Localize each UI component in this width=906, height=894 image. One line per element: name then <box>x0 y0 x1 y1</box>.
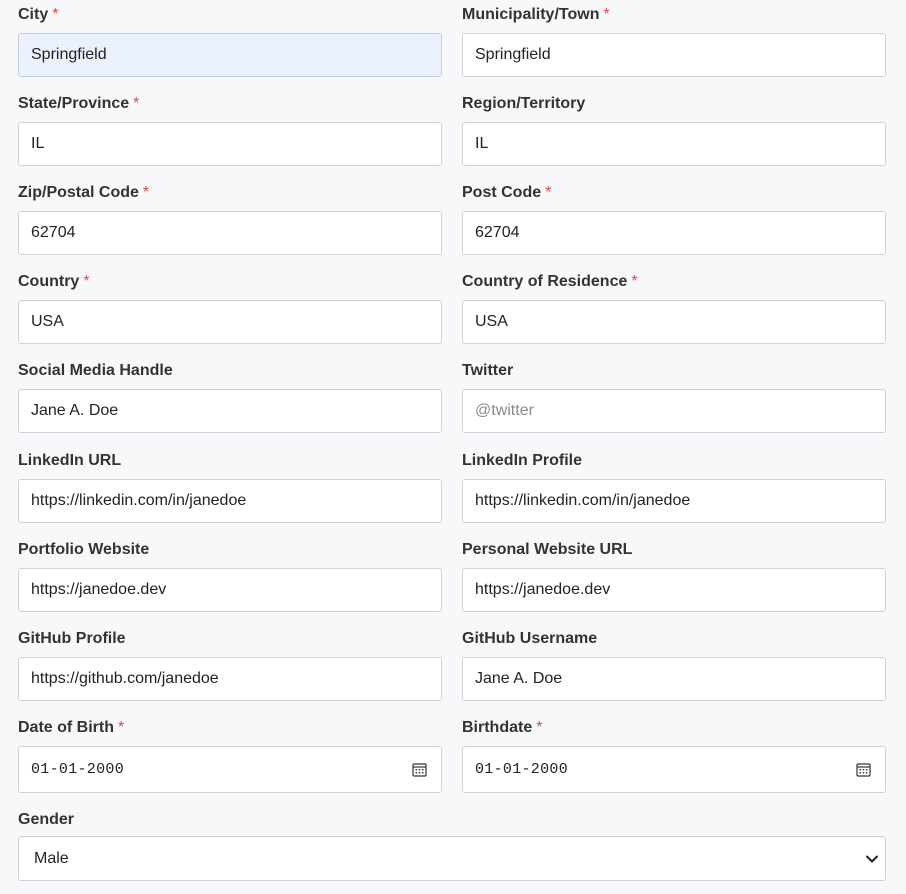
municipality-field-group: Municipality/Town * <box>462 5 886 77</box>
portfolio-input[interactable] <box>18 568 442 612</box>
personal-site-field-group: Personal Website URL <box>462 540 886 612</box>
dob-label: Date of Birth * <box>18 719 125 736</box>
dob-date-input[interactable]: 01-01-2000 <box>18 746 442 793</box>
linkedin-profile-field-group: LinkedIn Profile <box>462 451 886 523</box>
birthdate-label: Birthdate * <box>462 719 543 736</box>
social-handle-field-group: Social Media Handle <box>18 361 442 433</box>
zip-label: Zip/Postal Code * <box>18 184 150 201</box>
country-residence-label: Country of Residence * <box>462 273 638 290</box>
calendar-icon[interactable] <box>412 762 427 777</box>
linkedin-profile-label: LinkedIn Profile <box>462 452 583 469</box>
gender-field-group: Gender Male <box>18 810 886 881</box>
state-field-group: State/Province * <box>18 94 442 166</box>
linkedin-url-input[interactable] <box>18 479 442 523</box>
required-marker: * <box>603 6 610 23</box>
portfolio-label: Portfolio Website <box>18 541 150 558</box>
gender-select[interactable]: Male <box>18 836 886 881</box>
chevron-down-icon[interactable] <box>865 852 879 866</box>
required-marker: * <box>536 719 543 736</box>
city-label: City * <box>18 6 59 23</box>
social-handle-input[interactable] <box>18 389 442 433</box>
zip-field-group: Zip/Postal Code * <box>18 183 442 255</box>
linkedin-url-field-group: LinkedIn URL <box>18 451 442 523</box>
twitter-input[interactable] <box>462 389 886 433</box>
required-marker: * <box>83 273 90 290</box>
required-marker: * <box>142 184 150 201</box>
required-marker: * <box>118 719 125 736</box>
region-field-group: Region/Territory <box>462 94 886 166</box>
github-username-field-group: GitHub Username <box>462 629 886 701</box>
city-field-group: City * <box>18 5 442 77</box>
birthdate-date-input[interactable]: 01-01-2000 <box>462 746 886 793</box>
twitter-field-group: Twitter <box>462 361 886 433</box>
country-residence-field-group: Country of Residence * <box>462 272 886 344</box>
birthdate-value: 01-01-2000 <box>475 761 569 778</box>
github-profile-field-group: GitHub Profile <box>18 629 442 701</box>
dob-value: 01-01-2000 <box>31 761 125 778</box>
gender-selected-value: Male <box>34 850 69 867</box>
github-username-label: GitHub Username <box>462 630 598 647</box>
city-input[interactable] <box>18 33 442 77</box>
social-handle-label: Social Media Handle <box>18 362 173 379</box>
birthdate-field-group: Birthdate * 01-01-2000 <box>462 718 886 793</box>
required-marker: * <box>52 6 59 23</box>
github-profile-label: GitHub Profile <box>18 630 126 647</box>
country-residence-input[interactable] <box>462 300 886 344</box>
twitter-label: Twitter <box>462 362 514 379</box>
linkedin-profile-input[interactable] <box>462 479 886 523</box>
linkedin-url-label: LinkedIn URL <box>18 452 122 469</box>
zip-input[interactable] <box>18 211 442 255</box>
municipality-input[interactable] <box>462 33 886 77</box>
personal-site-label: Personal Website URL <box>462 541 633 558</box>
region-label: Region/Territory <box>462 95 586 112</box>
dob-field-group: Date of Birth * 01-01-2000 <box>18 718 442 793</box>
municipality-label: Municipality/Town * <box>462 6 610 23</box>
profile-form: City* Municipality/Town* State/Province*… <box>0 0 906 894</box>
state-label: State/Province * <box>18 95 140 112</box>
portfolio-field-group: Portfolio Website <box>18 540 442 612</box>
region-input[interactable] <box>462 122 886 166</box>
postcode-input[interactable] <box>462 211 886 255</box>
github-profile-input[interactable] <box>18 657 442 701</box>
postcode-field-group: Post Code * <box>462 183 886 255</box>
required-marker: * <box>631 273 638 290</box>
postcode-label: Post Code * <box>462 184 552 201</box>
state-input[interactable] <box>18 122 442 166</box>
country-input[interactable] <box>18 300 442 344</box>
calendar-icon[interactable] <box>856 762 871 777</box>
required-marker: * <box>133 95 140 112</box>
required-marker: * <box>545 184 552 201</box>
github-username-input[interactable] <box>462 657 886 701</box>
personal-site-input[interactable] <box>462 568 886 612</box>
country-field-group: Country * <box>18 272 442 344</box>
country-label: Country * <box>18 273 90 290</box>
gender-label: Gender <box>18 811 75 828</box>
